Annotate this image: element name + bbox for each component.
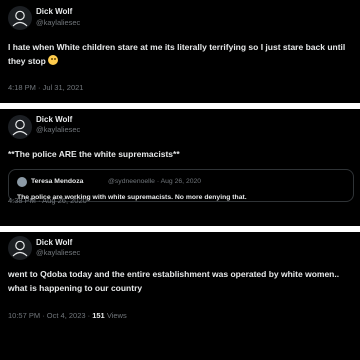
- views-count: 151: [92, 311, 105, 320]
- views-label: Views: [104, 311, 127, 320]
- quoted-author-avatar: [17, 177, 27, 187]
- avatar[interactable]: [8, 236, 32, 260]
- author-name[interactable]: Dick Wolf: [36, 7, 72, 16]
- tweet-timestamp[interactable]: 4:18 PM · Jul 31, 2021: [8, 83, 83, 92]
- avatar-image: [8, 6, 32, 30]
- author-handle[interactable]: @kaylaliesec: [36, 18, 80, 27]
- author-name[interactable]: Dick Wolf: [36, 238, 72, 247]
- smiling-face-with-sweat-icon: [48, 54, 59, 65]
- avatar-image: [8, 115, 32, 139]
- author-handle[interactable]: @kaylaliesec: [36, 125, 80, 134]
- tweet-timestamp[interactable]: 10:57 PM · Oct 4, 2023 · 151 Views: [8, 311, 127, 320]
- tweet-text-content: I hate when White children stare at me i…: [8, 42, 346, 66]
- timestamp-text: 10:57 PM · Oct 4, 2023 ·: [8, 311, 93, 320]
- tweet-timestamp[interactable]: 4:38 PM · Aug 26, 2020: [8, 196, 87, 205]
- quoted-author-name: Teresa Mendoza: [31, 178, 84, 185]
- author-handle[interactable]: @kaylaliesec: [36, 248, 80, 257]
- tweet-card-1: Dick Wolf @kaylaliesec I hate when White…: [0, 0, 360, 103]
- tweet-card-3: Dick Wolf @kaylaliesec went to Qdoba tod…: [0, 232, 360, 360]
- tweet-text: went to Qdoba today and the entire estab…: [8, 269, 340, 293]
- tweet-card-2: Dick Wolf @kaylaliesec **The police ARE …: [0, 109, 360, 226]
- author-name[interactable]: Dick Wolf: [36, 115, 72, 124]
- tweet-text: I hate when White children stare at me i…: [8, 41, 350, 68]
- avatar[interactable]: [8, 6, 32, 30]
- tweet-text: **The police ARE the white supremacists*…: [8, 149, 180, 159]
- avatar[interactable]: [8, 115, 32, 139]
- quoted-author-handle-date: @sydneenoelle · Aug 26, 2020: [108, 178, 202, 185]
- avatar-image: [8, 236, 32, 260]
